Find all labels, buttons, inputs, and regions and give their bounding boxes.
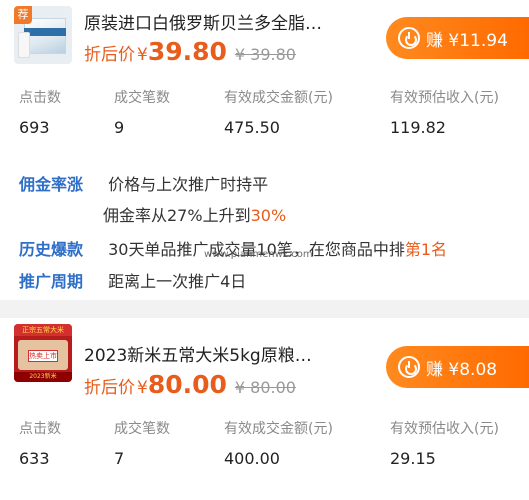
earn-label: 赚 ¥8.08 [426, 359, 498, 380]
stat-orders: 成交笔数 7 [114, 418, 170, 468]
watermark: www.pianmenwz.com [204, 249, 313, 260]
stat-label: 有效预估收入(元) [390, 421, 499, 437]
original-price: ¥ 39.80 [234, 45, 296, 64]
stat-value: 119.82 [390, 118, 446, 137]
milk-glass-graphic [18, 32, 30, 58]
stat-label: 有效成交金额(元) [224, 90, 333, 106]
earn-button[interactable]: 赚 ¥11.94 [386, 17, 529, 59]
stat-income: 有效预估收入(元) 119.82 [390, 87, 499, 137]
info-highlight: 30% [250, 206, 287, 225]
product-card[interactable]: 正宗五常大米 热卖上市 2023新米 2023新米五常大米5kg原粮… 折后价 … [0, 318, 529, 500]
discount-price: 80.00 [147, 370, 227, 399]
stat-value: 633 [19, 449, 50, 468]
product-card[interactable]: 荐 原装进口白俄罗斯贝兰多全脂… 折后价 ¥ 39.80 ¥ 39.80 赚 ¥… [0, 0, 529, 300]
product-box-graphic [24, 18, 66, 54]
discount-price: 39.80 [147, 37, 227, 66]
stat-value: 400.00 [224, 449, 280, 468]
original-price: ¥ 80.00 [234, 378, 296, 397]
price-label: 折后价 [84, 378, 135, 398]
refresh-coin-icon [398, 356, 420, 378]
stat-value: 475.50 [224, 118, 280, 137]
info-highlight: 第1名 [404, 240, 448, 259]
info-text: 价格与上次推广时持平 [108, 175, 269, 194]
price-label: 折后价 [84, 45, 135, 65]
price-row: 折后价 ¥ 39.80 ¥ 39.80 [84, 37, 296, 66]
product-image[interactable]: 荐 [14, 6, 72, 64]
stat-orders: 成交笔数 9 [114, 87, 170, 137]
stat-income: 有效预估收入(元) 29.15 [390, 418, 499, 468]
product-title[interactable]: 原装进口白俄罗斯贝兰多全脂… [84, 9, 322, 34]
stat-value: 29.15 [390, 449, 436, 468]
info-promo-cycle: 推广周期 距离上一次推广4日 [19, 268, 246, 292]
recommend-tag: 荐 [14, 6, 32, 24]
stat-value: 9 [114, 118, 125, 137]
stat-label: 成交笔数 [114, 421, 170, 437]
info-text: 佣金率从27%上升到 [103, 206, 251, 225]
currency-symbol: ¥ [137, 45, 148, 65]
product-box-band [24, 28, 66, 36]
product-title[interactable]: 2023新米五常大米5kg原粮… [84, 341, 312, 366]
thumb-sign: 热卖上市 [28, 350, 58, 362]
info-key: 佣金率涨 [19, 175, 84, 194]
refresh-coin-icon [398, 27, 420, 49]
earn-button[interactable]: 赚 ¥8.08 [386, 346, 529, 388]
stat-amount: 有效成交金额(元) 475.50 [224, 87, 333, 137]
stat-clicks: 点击数 693 [19, 87, 61, 137]
earn-label: 赚 ¥11.94 [426, 30, 508, 51]
currency-symbol: ¥ [137, 378, 148, 398]
stat-label: 有效预估收入(元) [390, 90, 499, 106]
stat-clicks: 点击数 633 [19, 418, 61, 468]
stat-value: 7 [114, 449, 125, 468]
stat-label: 有效成交金额(元) [224, 421, 333, 437]
info-commission-up: 佣金率涨 价格与上次推广时持平 [19, 171, 268, 195]
stat-amount: 有效成交金额(元) 400.00 [224, 418, 333, 468]
price-row: 折后价 ¥ 80.00 ¥ 80.00 [84, 370, 296, 399]
stat-value: 693 [19, 118, 50, 137]
stat-label: 点击数 [19, 421, 61, 437]
info-key: 推广周期 [19, 272, 84, 291]
product-image[interactable]: 正宗五常大米 热卖上市 2023新米 [14, 324, 72, 382]
info-key: 历史爆款 [19, 240, 84, 259]
thumb-banner: 正宗五常大米 [14, 324, 72, 336]
stat-label: 成交笔数 [114, 90, 170, 106]
info-commission-detail: 佣金率从27%上升到30% [103, 202, 286, 226]
stat-label: 点击数 [19, 90, 61, 106]
info-text: 距离上一次推广4日 [108, 272, 247, 291]
thumb-footer: 2023新米 [14, 372, 72, 382]
